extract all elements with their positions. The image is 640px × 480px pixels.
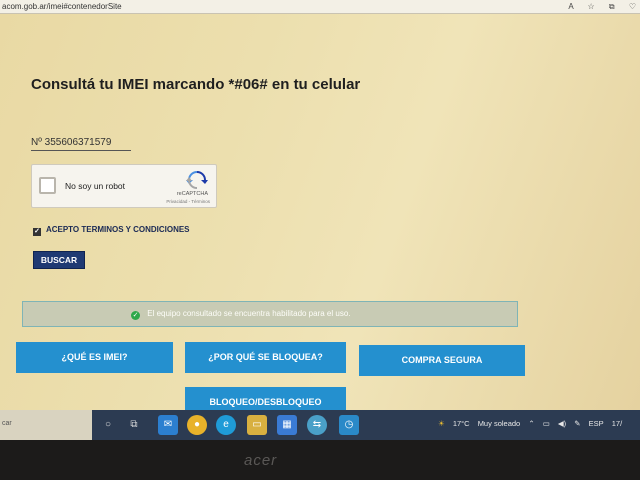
language-indicator[interactable]: ESP — [589, 419, 604, 428]
check-circle-icon: ✓ — [131, 311, 140, 320]
monitor-bezel: acer — [0, 440, 640, 480]
imei-input[interactable]: Nº 355606371579 — [31, 137, 131, 151]
recaptcha-logo-icon — [186, 171, 208, 189]
weather-icon[interactable]: ☀ — [438, 419, 445, 428]
recaptcha-widget: No soy un robot reCAPTCHA Privacidad - T… — [31, 164, 217, 208]
store-icon[interactable]: ▦ — [277, 415, 297, 435]
taskbar-search[interactable]: car — [0, 410, 92, 440]
system-tray: ☀ 17°C Muy soleado ⌃ ▭ ◀) ✎ ESP 17/ — [438, 419, 628, 428]
chrome-icon[interactable]: ● — [187, 415, 207, 435]
captcha-brand: reCAPTCHA — [176, 191, 208, 197]
read-aloud-icon[interactable]: A — [568, 2, 573, 11]
app-icon[interactable]: ⇆ — [307, 415, 327, 435]
windows-taskbar: car ○ ⧉ ✉ ● e ▭ ▦ ⇆ ◷ ☀ 17°C Muy soleado… — [0, 410, 640, 440]
collections-icon[interactable]: ⧉ — [609, 2, 615, 11]
network-icon[interactable]: ▭ — [543, 419, 550, 428]
cortana-icon[interactable]: ○ — [98, 415, 118, 435]
why-blocked-button[interactable]: ¿POR QUÉ SE BLOQUEA? — [185, 342, 346, 373]
file-explorer-icon[interactable]: ▭ — [247, 415, 267, 435]
browser-address-bar[interactable]: acom.gob.ar/imei#contenedorSite A ☆ ⧉ ♡ — [0, 0, 640, 14]
taskbar-search-text: car — [2, 420, 12, 427]
terms-checkbox-row[interactable]: ✓ ACEPTO TERMINOS Y CONDICIONES — [33, 225, 190, 236]
captcha-label: No soy un robot — [65, 181, 126, 191]
tray-chevron-icon[interactable]: ⌃ — [528, 419, 534, 428]
favorite-icon[interactable]: ☆ — [587, 2, 594, 11]
block-unblock-button[interactable]: BLOQUEO/DESBLOQUEO — [185, 387, 346, 410]
url-text[interactable]: acom.gob.ar/imei#contenedorSite — [2, 2, 122, 11]
terms-label: ACEPTO TERMINOS Y CONDICIONES — [45, 225, 190, 234]
weather-desc[interactable]: Muy soleado — [478, 419, 521, 428]
browser-toolbar-icons: A ☆ ⧉ ♡ — [556, 0, 636, 13]
what-is-imei-button[interactable]: ¿QUÉ ES IMEI? — [16, 342, 173, 373]
captcha-checkbox[interactable] — [39, 177, 56, 194]
terms-checkbox-checked-icon[interactable]: ✓ — [33, 228, 41, 236]
pen-icon[interactable]: ✎ — [574, 419, 580, 428]
volume-icon[interactable]: ◀) — [558, 419, 566, 428]
captcha-legal-links[interactable]: Privacidad - Términos — [166, 199, 210, 204]
heart-icon[interactable]: ♡ — [629, 2, 636, 11]
edge-icon[interactable]: e — [216, 415, 236, 435]
monitor-brand-logo: acer — [244, 452, 278, 469]
mail-icon[interactable]: ✉ — [158, 415, 178, 435]
weather-temp[interactable]: 17°C — [453, 419, 470, 428]
clock[interactable]: 17/ — [612, 419, 622, 428]
page-title: Consultá tu IMEI marcando *#06# en tu ce… — [31, 76, 361, 93]
clock-app-icon[interactable]: ◷ — [339, 415, 359, 435]
search-button[interactable]: BUSCAR — [33, 251, 85, 269]
status-message: El equipo consultado se encuentra habili… — [147, 309, 351, 318]
status-alert: ✓ El equipo consultado se encuentra habi… — [22, 301, 518, 327]
task-view-icon[interactable]: ⧉ — [124, 415, 144, 435]
page-content: Consultá tu IMEI marcando *#06# en tu ce… — [0, 14, 640, 410]
safe-purchase-button[interactable]: COMPRA SEGURA — [359, 345, 525, 376]
